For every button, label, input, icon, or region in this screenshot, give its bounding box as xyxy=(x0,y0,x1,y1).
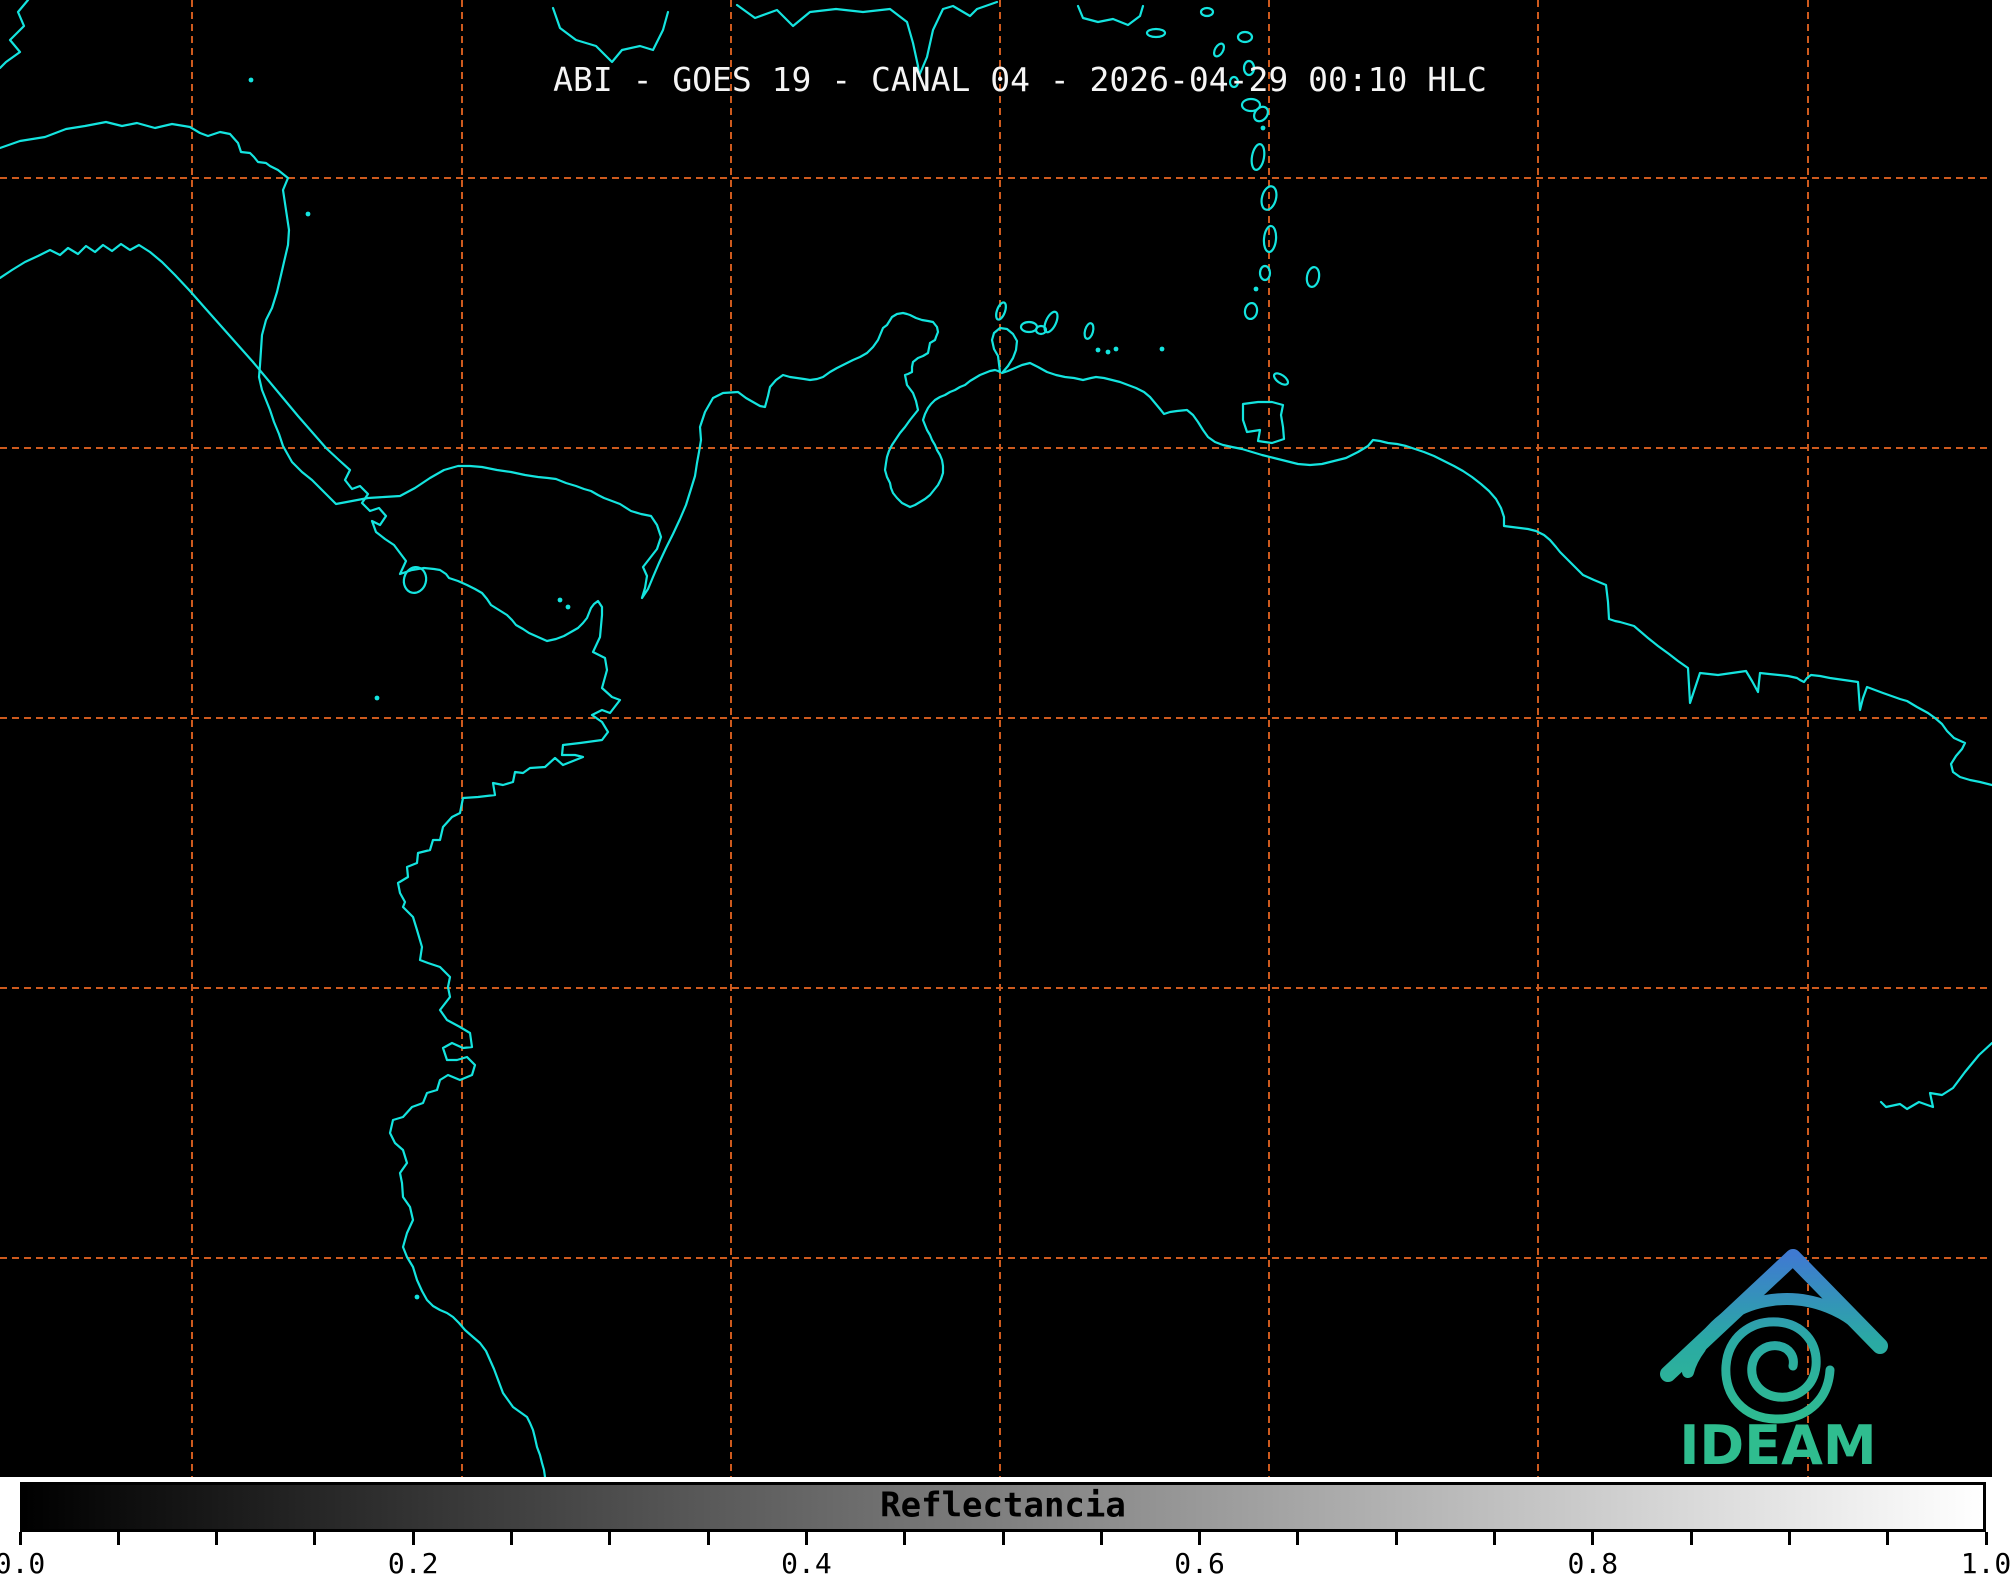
island-outline xyxy=(1236,30,1254,44)
islet-dot xyxy=(1159,346,1165,352)
latlon-grid xyxy=(0,0,1992,1477)
islet-dot xyxy=(248,77,254,83)
coastline-path xyxy=(551,6,670,64)
colorbar-tick xyxy=(510,1532,513,1545)
islet-dot xyxy=(414,1294,420,1300)
islet-dot xyxy=(1095,347,1101,353)
logo-hurricane-spiral-icon xyxy=(1721,1317,1835,1424)
island-outline xyxy=(1250,143,1266,171)
colorbar-tick-label: 0.0 xyxy=(0,1547,46,1580)
island-outline xyxy=(1043,310,1059,334)
colorbar-tick xyxy=(1689,1532,1693,1545)
coastline-path xyxy=(0,242,622,1477)
colorbar-tick-label: 0.4 xyxy=(781,1547,832,1580)
island-outline xyxy=(1305,265,1321,289)
island-outline xyxy=(1243,301,1259,321)
island-outline xyxy=(1272,372,1290,386)
island-outline xyxy=(995,301,1007,321)
coastline-path xyxy=(1241,400,1286,445)
colorbar-tick xyxy=(313,1532,317,1545)
colorbar-tick xyxy=(1296,1532,1300,1545)
colorbar-tick xyxy=(1591,1532,1595,1545)
reflectance-colorbar: Reflectancia xyxy=(20,1482,1986,1532)
islet-dot xyxy=(565,604,571,610)
colorbar-tick-label: 0.6 xyxy=(1174,1547,1225,1580)
colorbar-tick xyxy=(608,1532,612,1545)
colorbar-tick-label: 1.0 xyxy=(1960,1547,2011,1580)
islet-dot xyxy=(1105,349,1111,355)
colorbar-label: Reflectancia xyxy=(880,1485,1126,1526)
colorbar-tick xyxy=(903,1532,907,1545)
logo-wordmark: IDEAM xyxy=(1679,1414,1876,1477)
colorbar-tick xyxy=(18,1532,22,1545)
island-outline xyxy=(1199,6,1215,18)
colorbar-tick xyxy=(215,1532,219,1545)
coastlines xyxy=(0,0,1992,1477)
colorbar-tick-label: 0.2 xyxy=(387,1547,439,1580)
colorbar-tick xyxy=(1001,1532,1005,1545)
colorbar-tick xyxy=(804,1532,808,1545)
colorbar-tick xyxy=(1394,1532,1398,1545)
islet-dot xyxy=(1113,346,1119,352)
islet-dot xyxy=(374,695,380,701)
islet-dot xyxy=(1260,125,1266,131)
island-outline xyxy=(1253,105,1269,123)
ideam-logo: IDEAM xyxy=(1660,1249,1888,1477)
colorbar-tick xyxy=(411,1532,415,1545)
islet-dot xyxy=(305,211,311,217)
image-title: ABI - GOES 19 - CANAL 04 - 2026-04-29 00… xyxy=(553,60,1487,99)
colorbar-tick xyxy=(1198,1532,1202,1545)
colorbar-tick xyxy=(1493,1532,1496,1545)
colorbar-tick xyxy=(1787,1532,1791,1545)
island-outline xyxy=(1258,264,1272,282)
islet-dot xyxy=(557,597,563,603)
island-outline xyxy=(1212,42,1226,58)
colorbar-tick-label: 0.8 xyxy=(1567,1547,1619,1580)
colorbar-tick xyxy=(1099,1532,1103,1545)
coastline-path xyxy=(1076,4,1145,27)
island-outline xyxy=(1019,320,1039,334)
coastline-path xyxy=(0,0,30,70)
satellite-map: IDEAM ABI - GOES 19 - CANAL 04 - 2026-04… xyxy=(0,0,1992,1477)
coastline-path xyxy=(1879,1041,1992,1111)
coastline-path xyxy=(0,120,1992,787)
colorbar-tick xyxy=(116,1532,120,1545)
islet-dot xyxy=(1253,286,1259,292)
colorbar-panel: Reflectancia 0.0 0.2 0.4 0.6 0.8 1.0 xyxy=(0,1477,2011,1580)
colorbar-tick xyxy=(706,1532,710,1545)
island-outline xyxy=(1083,322,1095,340)
map-canvas: IDEAM xyxy=(0,0,1992,1477)
colorbar-tick xyxy=(1886,1532,1890,1545)
island-outline xyxy=(1145,27,1167,39)
colorbar-tick xyxy=(1984,1532,1988,1545)
